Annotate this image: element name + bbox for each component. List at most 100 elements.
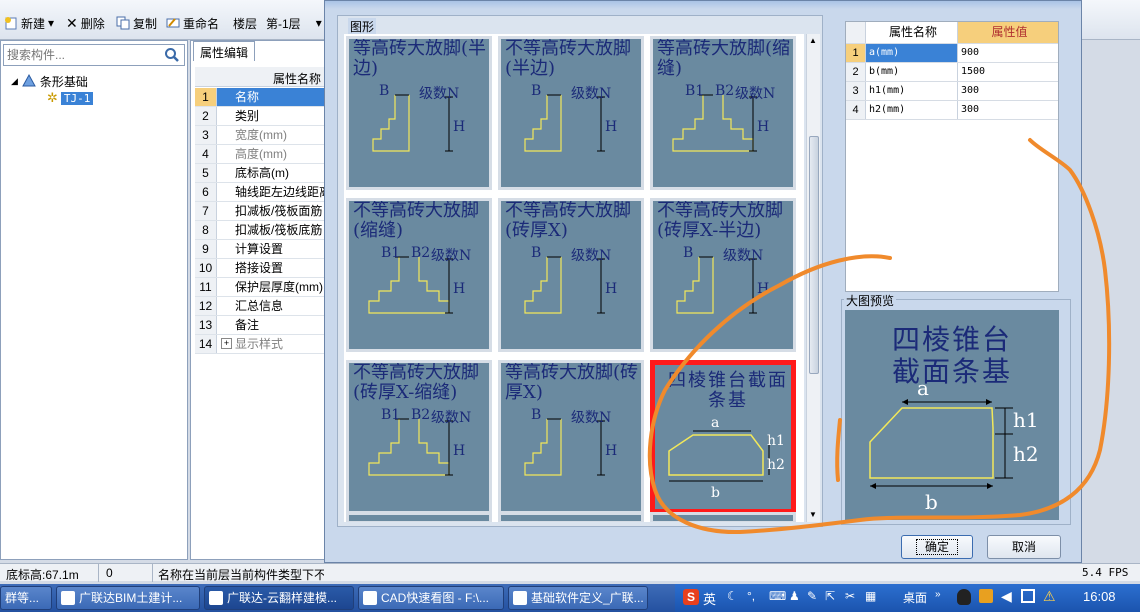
shape-property-row[interactable]: 4 h2(mm) 300 (846, 101, 1058, 120)
select-shape-dialog: 图形 等高砖大放脚(半边) B 级数N H 不等高砖大放脚(半边) B 级数N H 等高砖大放脚… (324, 0, 1082, 563)
property-row[interactable]: 9 计算设置 (195, 240, 331, 259)
expand-icon[interactable]: » (935, 589, 941, 600)
search-input[interactable] (4, 45, 154, 65)
cancel-button[interactable]: 取消 (987, 535, 1061, 559)
task-cad-viewer[interactable]: CAD快速看图 - F:\... (358, 586, 504, 610)
equal-brick-footing-joint-tile[interactable]: 等高砖大放脚(缩缝) B1 B2 级数N H (650, 36, 796, 190)
floor-selector[interactable]: 楼层 第-1层 ▾ (233, 13, 322, 33)
footing-diagram (524, 94, 605, 152)
shape-tile-partial[interactable] (498, 512, 644, 522)
tree-node-tj1[interactable]: ✲ TJ-1 (47, 90, 94, 106)
dimension-label: H (757, 119, 770, 135)
shape-property-table: 属性名称 属性值 1 a(mm) 900 2 b(mm) 1500 3 h1(mm) 300 4 h… (845, 21, 1059, 292)
dimension-label: B (531, 245, 542, 261)
shape-property-row[interactable]: 3 h1(mm) 300 (846, 82, 1058, 101)
property-row[interactable]: 13 备注 (195, 316, 331, 335)
scroll-up-icon[interactable]: ▲ (809, 36, 817, 45)
property-row[interactable]: 8 扣减板/筏板底筋 (195, 221, 331, 240)
property-editor-panel: 属性编辑 属性名称 1 名称 2 类别 3 宽度(mm) 4 高度(mm) 5 底标高(m) 6 轴线… (190, 40, 331, 560)
preview-group-box: 大图预览 四棱锥台 截面条基 a h1 h2 b (841, 292, 1071, 525)
network-icon[interactable] (1021, 589, 1035, 603)
shape-group-box: 图形 等高砖大放脚(半边) B 级数N H 不等高砖大放脚(半边) B 级数N H 等高砖大放脚… (337, 15, 823, 527)
property-row[interactable]: 7 扣减板/筏板面筋 (195, 202, 331, 221)
property-row[interactable]: 4 高度(mm) (195, 145, 331, 164)
share-icon[interactable]: ⇱ (825, 589, 835, 603)
wrench-icon[interactable]: ✎ (807, 589, 817, 603)
shape-property-row[interactable]: 1 a(mm) 900 (846, 44, 1058, 63)
property-row[interactable]: 3 宽度(mm) (195, 126, 331, 145)
tab-property-edit[interactable]: 属性编辑 (193, 41, 256, 61)
property-row[interactable]: 10 搭接设置 (195, 259, 331, 278)
task-qun[interactable]: 群等... (0, 586, 52, 610)
dimension-label: b (711, 485, 720, 501)
property-row[interactable]: 2 类别 (195, 107, 331, 126)
new-button[interactable]: 新建 ▾ (4, 13, 54, 33)
property-row[interactable]: 5 底标高(m) (195, 164, 331, 183)
property-row[interactable]: 1 名称 (195, 88, 331, 107)
tree-node-strip-foundation[interactable]: ◢ 条形基础 (11, 72, 88, 91)
copy-button[interactable]: 复制 (116, 13, 157, 33)
unequal-brick-footing-half-tile[interactable]: 不等高砖大放脚(半边) B 级数N H (498, 36, 644, 190)
collapse-icon[interactable]: ◢ (11, 76, 18, 87)
grid-icon[interactable]: ▦ (865, 589, 876, 603)
sogou-ime-icon[interactable]: S (683, 589, 699, 605)
property-value-cell[interactable]: 300 (958, 82, 1058, 100)
scissors-icon[interactable]: ✂ (845, 589, 855, 603)
volume-icon[interactable]: ◀ (1001, 588, 1012, 605)
shape-tile-partial[interactable] (650, 512, 796, 522)
search-icon[interactable] (164, 47, 180, 66)
moon-icon[interactable]: ☾ (727, 589, 738, 603)
property-row[interactable]: 12 汇总信息 (195, 297, 331, 316)
dimension-label: H (453, 443, 466, 459)
unequal-brick-footing-thickness-joint-tile[interactable]: 不等高砖大放脚(砖厚X-缩缝) B1 B2 级数N H (346, 360, 492, 514)
gallery-scrollbar[interactable]: ▲ ▼ (806, 34, 820, 522)
user-icon[interactable]: ♟ (789, 589, 800, 603)
app-icon (209, 591, 223, 605)
property-row[interactable]: +14 显示样式 (195, 335, 331, 354)
ok-button[interactable]: 确定 (901, 535, 973, 559)
dimension-label: B (379, 83, 390, 99)
property-table-header: 属性名称 属性值 (846, 22, 1058, 44)
keyboard-icon[interactable]: ⌨ (769, 589, 786, 603)
rename-button[interactable]: 重命名 (166, 13, 219, 33)
unequal-brick-footing-thickness-half-tile[interactable]: 不等高砖大放脚(砖厚X-半边) B 级数N H (650, 198, 796, 352)
property-value-cell[interactable]: 1500 (958, 63, 1058, 81)
alert-icon[interactable]: ⚠ (1043, 588, 1056, 605)
punctuation-icon[interactable]: °, (747, 589, 755, 603)
qq-icon[interactable] (957, 589, 971, 605)
dimension-label: H (453, 281, 466, 297)
property-row[interactable]: 11 保护层厚度(mm) (195, 278, 331, 297)
dropdown-arrow-icon: ▾ (48, 16, 55, 30)
unequal-brick-footing-thickness-tile[interactable]: 不等高砖大放脚(砖厚X) B 级数N H (498, 198, 644, 352)
trapezoid-section-strip-tile[interactable]: 四棱锥台截面条基 a h1 h2 b (650, 360, 796, 514)
scrollbar-thumb[interactable] (809, 136, 819, 374)
copy-icon (116, 16, 130, 30)
shape-property-row[interactable]: 2 b(mm) 1500 (846, 63, 1058, 82)
update-icon[interactable] (979, 589, 993, 603)
equal-brick-footing-half-tile[interactable]: 等高砖大放脚(半边) B 级数N H (346, 36, 492, 190)
equal-brick-footing-thickness-tile[interactable]: 等高砖大放脚(砖厚X) B 级数N H (498, 360, 644, 514)
property-row[interactable]: 6 轴线距左边线距离 (195, 183, 331, 202)
property-value-cell[interactable]: 900 (958, 44, 1058, 62)
dimension-label: H (453, 119, 466, 135)
task-glodon-cloud[interactable]: 广联达-云翻样建模... (204, 586, 354, 610)
system-tray: S 英 ☾ °, ⌨ ♟ ✎ ⇱ ✂ ▦ 桌面 » ◀ ⚠ 16:08 (675, 584, 1140, 612)
windows-taskbar: 群等... 广联达BIM土建计... 广联达-云翻样建模... CAD快速看图 - F… (0, 584, 1140, 612)
shape-tile-partial[interactable] (346, 512, 492, 522)
dimension-label: B (531, 83, 542, 99)
dimension-label: B1 (381, 245, 401, 261)
shape-gallery: 等高砖大放脚(半边) B 级数N H 不等高砖大放脚(半边) B 级数N H 等高砖大放脚(缩缝… (344, 34, 804, 522)
dimension-label: H (605, 281, 618, 297)
task-glodon-bim[interactable]: 广联达BIM土建计... (56, 586, 200, 610)
scroll-down-icon[interactable]: ▼ (809, 510, 817, 519)
expand-icon[interactable]: + (221, 338, 232, 349)
dimension-label: 级数N (431, 248, 472, 264)
property-value-cell[interactable]: 300 (958, 101, 1058, 119)
unequal-brick-footing-joint-tile[interactable]: 不等高砖大放脚(缩缝) B1 B2 级数N H (346, 198, 492, 352)
dimension-label: B1 (381, 407, 401, 423)
dimension-label: B (531, 407, 542, 423)
task-foundation-def[interactable]: 基础软件定义_广联... (508, 586, 648, 610)
footing-diagram (676, 256, 757, 314)
gear-icon: ✲ (47, 90, 58, 105)
delete-button[interactable]: ✕ 删除 (66, 13, 105, 33)
